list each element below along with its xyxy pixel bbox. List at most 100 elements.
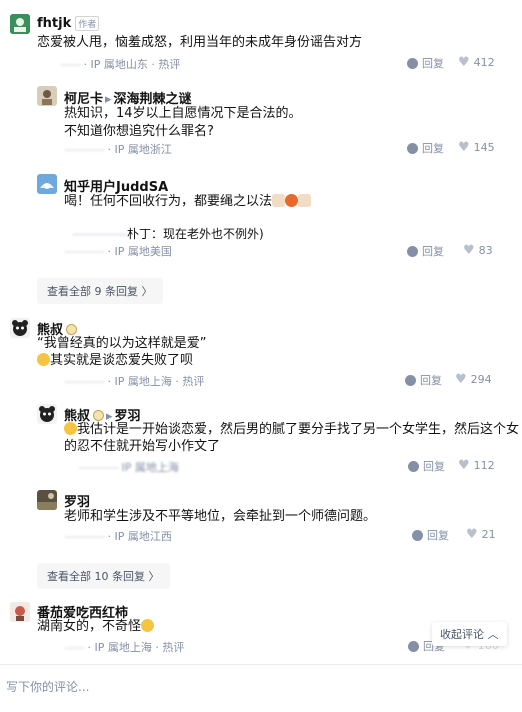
reply-label: 回复 (422, 142, 444, 155)
like-button[interactable]: ♥ 83 (463, 243, 493, 258)
collapse-comments-button[interactable]: 收起评论 ︿ (432, 622, 507, 646)
comment-meta: ———— · IP 属地江西 (64, 530, 172, 543)
ip-location: IP 属地上海 (114, 375, 172, 388)
emoji-grin-icon (141, 619, 155, 632)
comment-text: 不知道你想追究什么罪名? (64, 124, 214, 139)
like-button[interactable]: ♥ 294 (455, 372, 492, 387)
author-name[interactable]: fhtjk (37, 16, 71, 31)
comment-time: ———— (64, 245, 105, 258)
heart-icon: ♥ (455, 372, 467, 387)
reply-button[interactable]: 回复 (407, 55, 444, 71)
heart-icon: ♥ (458, 458, 470, 473)
reply-icon (407, 142, 418, 154)
ip-location: IP 属地山东 (90, 58, 148, 71)
avatar-image-icon (10, 602, 30, 622)
hot-badge: 热评 (158, 58, 181, 71)
like-button[interactable]: ♥ 112 (458, 458, 495, 473)
avatar[interactable] (37, 490, 57, 510)
reply-label: 回复 (420, 374, 442, 387)
avatar-image-icon (37, 404, 57, 424)
comment-text: 老师和学生涉及不平等地位，会牵扯到一个师德问题。 (64, 509, 377, 524)
comment-meta: ———— IP 属地上海 (78, 459, 179, 475)
like-count: 294 (470, 373, 492, 386)
comment-meta: ———— · IP 属地上海 · 热评 (64, 375, 205, 388)
reply-label: 回复 (422, 245, 444, 258)
like-count: 83 (478, 244, 493, 257)
avatar[interactable] (37, 174, 57, 194)
comment-text: 喝！任何不回收行为，都要绳之以法 (64, 192, 312, 211)
reply-icon (407, 245, 418, 257)
ip-location: IP 属地浙江 (114, 143, 172, 156)
comment-time: ———— (64, 375, 105, 388)
reply-button[interactable]: 回复 (412, 527, 449, 543)
comment-author[interactable]: fhtjk 作者 (37, 16, 100, 31)
emoji-smile-icon (64, 422, 77, 435)
reply-label: 回复 (423, 460, 445, 473)
hot-badge: 热评 (162, 641, 185, 654)
heart-icon: ♥ (458, 140, 470, 155)
comment-text-body: 我估计是一开始谈恋爱，然后男的腻了要分手找了另一个女学生，然后这个女 (77, 422, 520, 437)
avatar[interactable] (37, 404, 57, 424)
comment-time: ———— (64, 143, 105, 156)
comment-text: 的忍不住就开始写小作文了 (64, 439, 221, 454)
ip-location: IP 属地上海 (94, 641, 152, 654)
emoji-angry-icon (285, 194, 299, 207)
comment-text: 恋爱被人甩，恼羞成怒，利用当年的未成年身份谣告对方 (37, 35, 363, 50)
avatar[interactable] (37, 86, 57, 106)
avatar[interactable] (10, 318, 30, 338)
view-all-replies-button[interactable]: 查看全部 9 条回复 〉 (37, 278, 163, 304)
comment-input-bar[interactable]: 写下你的评论... (0, 664, 522, 712)
avatar-image-icon (37, 490, 57, 510)
ip-location: IP 属地江西 (114, 530, 172, 543)
like-count: 412 (473, 56, 495, 69)
comment-time: —— (60, 58, 81, 71)
reply-button[interactable]: 回复 (407, 243, 444, 259)
comment-text: 湖南女的，不奇怪 (37, 617, 155, 636)
comment-meta: —— · IP 属地山东 · 热评 (60, 58, 181, 71)
like-count: 112 (473, 459, 495, 472)
heart-icon: ♥ (466, 527, 478, 542)
quoted-text: —————朴丁：现在老外也不例外) (72, 225, 264, 242)
like-button[interactable]: ♥ 21 (466, 527, 496, 542)
like-button[interactable]: ♥ 145 (458, 140, 495, 155)
author-tag: 作者 (75, 16, 100, 31)
comment-text-body: 其实就是谈恋爱失败了呗 (50, 353, 194, 368)
comment-meta: ———— · IP 属地美国 (64, 245, 172, 258)
comment-text-body: 湖南女的，不奇怪 (37, 619, 142, 634)
comment-time: —— (64, 641, 85, 654)
ip-location: IP 属地美国 (114, 245, 172, 258)
reply-button[interactable]: 回复 (405, 372, 442, 388)
comment-time: ———— (64, 530, 105, 543)
heart-icon: ♥ (463, 243, 475, 258)
comment-meta: ———— · IP 属地浙江 (64, 143, 172, 156)
reply-icon (407, 57, 418, 69)
avatar[interactable] (10, 14, 30, 34)
emoji-hands-icon (298, 194, 312, 207)
like-count: 145 (473, 141, 495, 154)
reply-icon (408, 460, 419, 472)
avatar-image-icon (10, 14, 30, 34)
reply-button[interactable]: 回复 (407, 140, 444, 156)
ip-location: IP 属地上海 (121, 461, 179, 474)
heart-icon: ♥ (458, 55, 470, 70)
hot-badge: 热评 (182, 375, 205, 388)
avatar-image-icon (10, 318, 30, 338)
reply-button[interactable]: 回复 (408, 458, 445, 474)
reply-icon (412, 529, 423, 541)
emoji-hands-icon (272, 194, 286, 207)
avatar[interactable] (10, 602, 30, 622)
comment-text: 其实就是谈恋爱失败了呗 (37, 351, 193, 370)
reply-label: 回复 (422, 57, 444, 70)
emoji-smile-icon (37, 353, 50, 366)
comment-text-body: 喝！任何不回收行为，都要绳之以法 (64, 194, 273, 209)
comment-input[interactable]: 写下你的评论... (6, 678, 89, 695)
view-all-replies-button[interactable]: 查看全部 10 条回复 〉 (37, 563, 170, 589)
quoted-blur: ————— (72, 227, 128, 241)
avatar-image-icon (37, 86, 57, 106)
like-button[interactable]: ♥ 412 (458, 55, 495, 70)
comment-text: 热知识，14岁以上自愿情况下是合法的。 (64, 106, 302, 121)
comment-meta: —— · IP 属地上海 · 热评 (64, 641, 185, 654)
reply-icon (408, 640, 419, 652)
avatar-image-icon (37, 174, 57, 194)
reply-label: 回复 (427, 529, 449, 542)
